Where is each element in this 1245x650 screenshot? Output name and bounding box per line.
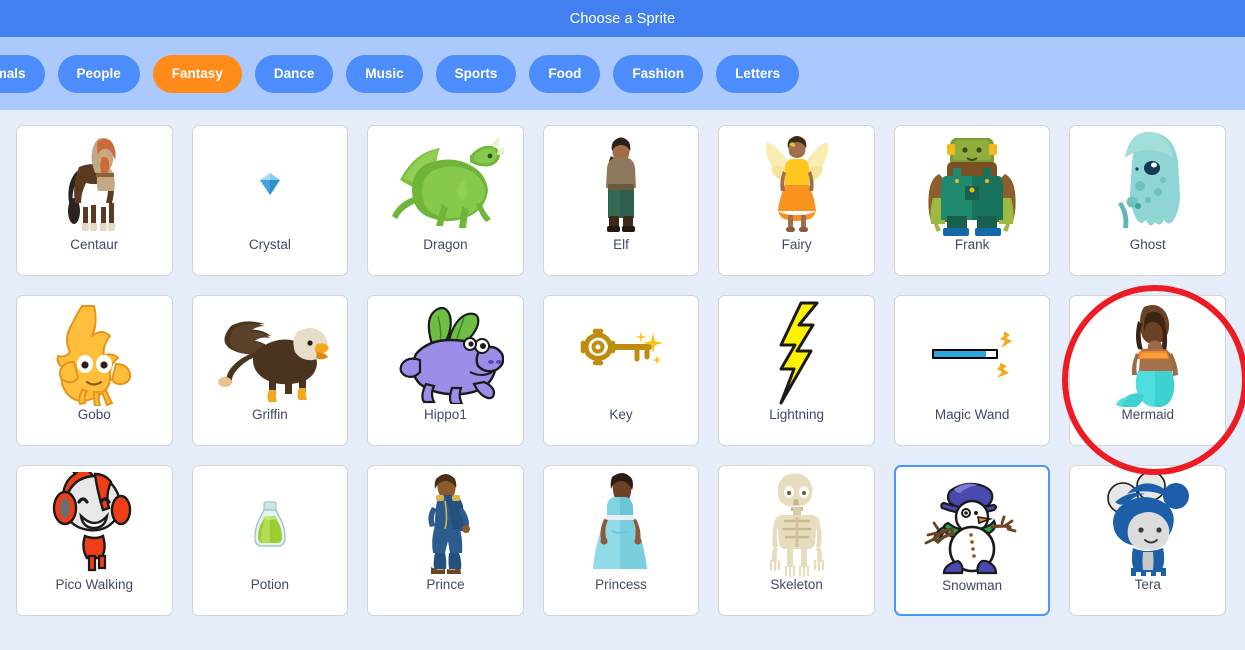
- sprite-card-snowman[interactable]: Snowman: [893, 465, 1051, 616]
- frank-sprite: [895, 126, 1050, 238]
- sprite-card-magic-wand[interactable]: Magic Wand: [893, 295, 1051, 446]
- tab-food[interactable]: Food: [529, 54, 601, 93]
- tab-people[interactable]: People: [57, 54, 140, 93]
- key-sprite: [544, 296, 699, 408]
- lightning-sprite: [719, 296, 874, 408]
- sprite-card-ghost[interactable]: Ghost: [1069, 125, 1227, 276]
- gobo-sprite: [17, 296, 172, 408]
- sprite-card-princess[interactable]: Princess: [542, 465, 700, 616]
- modal-header: Choose a Sprite: [0, 0, 1245, 37]
- sprite-card-dragon[interactable]: Dragon: [367, 125, 524, 276]
- sprite-card-label: Frank: [954, 237, 990, 252]
- choose-a-sprite-modal: Choose a Sprite Animals People Fantasy Danc…: [0, 0, 1245, 650]
- sprite-card-lightning[interactable]: Lightning: [718, 295, 875, 446]
- sprite-card-elf[interactable]: Elf: [542, 125, 700, 276]
- mermaid-sprite: [1070, 296, 1225, 408]
- sprite-card-gobo[interactable]: Gobo: [16, 295, 173, 446]
- sprite-card-label: Griffin: [251, 407, 288, 422]
- tab-fashion[interactable]: Fashion: [613, 54, 704, 93]
- sprite-card-mermaid[interactable]: Mermaid: [1069, 295, 1227, 446]
- sprite-card-label: Mermaid: [1121, 407, 1175, 422]
- skeleton-sprite: [719, 466, 874, 578]
- tab-animals[interactable]: Animals: [0, 54, 45, 93]
- dragon-sprite: [368, 126, 523, 238]
- sprite-card-label: Magic Wand: [934, 407, 1010, 422]
- sprite-card-label: Skeleton: [770, 577, 823, 592]
- sprite-card-label: Tera: [1134, 577, 1161, 592]
- magic-wand-sprite: [895, 296, 1050, 408]
- sprite-card-tera[interactable]: Tera: [1069, 465, 1227, 616]
- sprite-row: Pico Walking Potion Prince Princess Skel…: [16, 465, 1245, 616]
- crystal-sprite: [193, 126, 348, 238]
- sprite-card-label: Key: [609, 407, 633, 422]
- tab-dance[interactable]: Dance: [254, 54, 334, 93]
- tab-music[interactable]: Music: [346, 54, 423, 93]
- sprite-card-label: Crystal: [248, 237, 291, 252]
- sprite-card-label: Princess: [595, 577, 647, 592]
- sprite-row: Centaur Crystal Dragon Elf Fairy Frank G…: [16, 125, 1245, 276]
- sprite-card-label: Dragon: [423, 237, 468, 252]
- potion-sprite: [193, 466, 348, 578]
- tera-sprite: [1070, 466, 1225, 578]
- sprite-card-label: Hippo1: [424, 407, 467, 422]
- sprite-card-label: Centaur: [70, 237, 119, 252]
- pico-walking-sprite: [17, 466, 172, 578]
- sprite-card-label: Elf: [613, 237, 629, 252]
- tab-sports[interactable]: Sports: [435, 54, 517, 93]
- griffin-sprite: [193, 296, 348, 408]
- sprite-card-hippo1[interactable]: Hippo1: [367, 295, 524, 446]
- sprite-card-label: Pico Walking: [55, 577, 134, 592]
- sprite-card-prince[interactable]: Prince: [367, 465, 524, 616]
- sprite-card-fairy[interactable]: Fairy: [718, 125, 875, 276]
- sprite-card-pico-walking[interactable]: Pico Walking: [16, 465, 173, 616]
- sprite-card-griffin[interactable]: Griffin: [191, 295, 349, 446]
- sprite-card-skeleton[interactable]: Skeleton: [718, 465, 875, 616]
- princess-sprite: [544, 466, 699, 578]
- sprite-card-potion[interactable]: Potion: [191, 465, 349, 616]
- sprite-card-label: Fairy: [781, 237, 812, 252]
- sprite-row: Gobo Griffin Hippo1 Key Lightning Magic …: [16, 295, 1245, 446]
- sprite-card-label: Gobo: [77, 407, 111, 422]
- page-title: Choose a Sprite: [569, 10, 676, 27]
- category-tab-bar[interactable]: Animals People Fantasy Dance Music Sports Food…: [0, 37, 1245, 110]
- tab-fantasy[interactable]: Fantasy: [152, 54, 242, 93]
- sprite-card-label: Lightning: [769, 407, 824, 422]
- sprite-card-frank[interactable]: Frank: [893, 125, 1051, 276]
- prince-sprite: [368, 466, 523, 578]
- sprite-card-label: Potion: [250, 577, 289, 592]
- ghost-sprite: [1070, 126, 1225, 238]
- tab-letters[interactable]: Letters: [716, 54, 800, 93]
- hippo1-sprite: [368, 296, 523, 408]
- snowman-sprite: [896, 467, 1049, 579]
- sprite-card-label: Prince: [426, 577, 465, 592]
- sprite-card-crystal[interactable]: Crystal: [191, 125, 349, 276]
- sprite-card-label: Ghost: [1129, 237, 1166, 252]
- fairy-sprite: [719, 126, 874, 238]
- centaur-sprite: [17, 126, 172, 238]
- sprite-card-key[interactable]: Key: [542, 295, 700, 446]
- sprite-card-centaur[interactable]: Centaur: [16, 125, 173, 276]
- sprite-card-label: Snowman: [942, 578, 1003, 593]
- elf-sprite: [544, 126, 699, 238]
- sprite-grid[interactable]: Centaur Crystal Dragon Elf Fairy Frank G…: [0, 110, 1245, 650]
